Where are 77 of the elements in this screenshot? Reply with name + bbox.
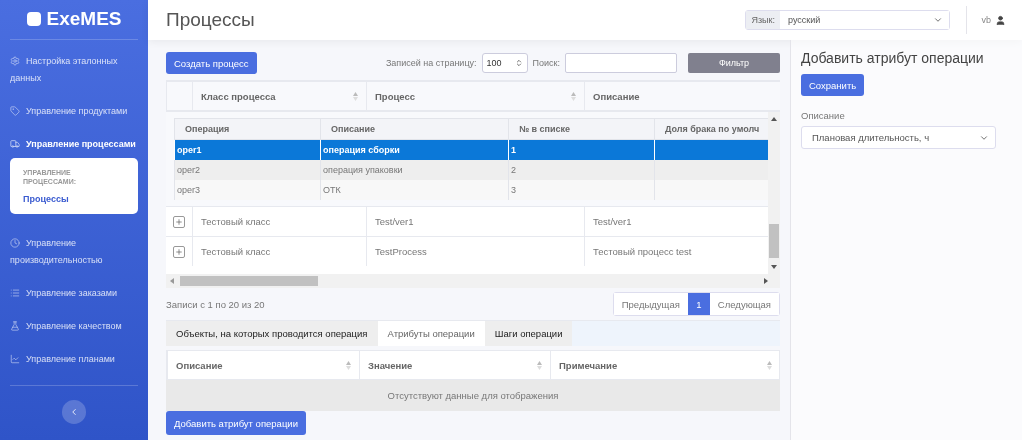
chevron-left-icon: [69, 407, 79, 418]
table-cell[interactable]: oper1: [174, 140, 320, 160]
description-select[interactable]: Плановая длительность, ч: [801, 126, 996, 149]
column-header[interactable]: Процесс: [366, 82, 584, 110]
page-size-label: Записей на страницу:: [385, 58, 477, 68]
sort-icon: [537, 360, 542, 370]
user-name: vb: [981, 15, 991, 25]
page-size-select[interactable]: 100: [481, 53, 528, 73]
column-header[interactable]: Примечание: [550, 351, 780, 379]
create-process-button[interactable]: Создать процесс: [166, 52, 257, 74]
sort-icon: [346, 360, 351, 370]
table-cell[interactable]: [654, 160, 768, 180]
page-title: Процессы: [166, 9, 256, 31]
collapse-button[interactable]: [62, 400, 86, 424]
search-label: Поиск:: [532, 58, 560, 68]
records-info: Записи с 1 по 20 из 20: [166, 298, 265, 310]
add-attribute-button[interactable]: Добавить атрибут операции: [166, 411, 306, 435]
horizontal-scrollbar[interactable]: [166, 274, 780, 288]
tab[interactable]: Объекты, на которых проводится операция: [166, 321, 378, 346]
empty-message: Отсутствуют данные для отображения: [166, 380, 780, 411]
language-select[interactable]: Язык: русский: [745, 10, 951, 30]
user-icon[interactable]: [995, 14, 1006, 26]
column-header: Описание: [320, 118, 508, 140]
vertical-scrollbar[interactable]: [768, 112, 780, 274]
column-header: № в списке: [508, 118, 654, 140]
filter-button[interactable]: Фильтр: [688, 53, 780, 73]
brand-name: ExeMES: [46, 7, 122, 30]
table-cell: Test/ver1: [366, 207, 584, 236]
plus-icon: [175, 247, 183, 256]
tab[interactable]: Шаги операции: [484, 321, 573, 346]
logo-icon: [26, 11, 41, 26]
list-icon: [10, 288, 20, 299]
sidebar-item[interactable]: Настройка эталонных данных: [10, 50, 138, 101]
chart-icon: [10, 354, 20, 365]
sort-icon: [571, 91, 576, 101]
sidebar-item[interactable]: Управление производительностью: [10, 232, 138, 283]
page-button[interactable]: 1: [687, 293, 710, 315]
table-cell[interactable]: ОТК: [320, 180, 508, 200]
column-header[interactable]: Описание: [584, 82, 780, 110]
column-header[interactable]: Описание: [167, 351, 359, 379]
gear-icon: [10, 56, 20, 67]
clock-icon: [10, 238, 20, 249]
sort-icon: [514, 59, 523, 67]
tab[interactable]: Атрибуты операции: [377, 321, 485, 346]
sidebar-item[interactable]: Управление качеством: [10, 315, 138, 349]
truck-icon: [10, 139, 20, 150]
caret-icon: [933, 15, 944, 25]
table-cell[interactable]: операция упаковки: [320, 160, 508, 180]
submenu-item[interactable]: Процессы: [23, 194, 125, 205]
table-cell: TestProcess: [366, 237, 584, 266]
sort-icon: [767, 360, 772, 370]
sidebar-item[interactable]: Управление процессами: [10, 133, 138, 167]
panel-title: Добавить атрибут операции: [801, 50, 984, 66]
column-header[interactable]: Значение: [359, 351, 550, 379]
table-cell[interactable]: oper3: [174, 180, 320, 200]
column-header: Доля брака по умолч: [654, 118, 768, 140]
sort-icon: [353, 91, 358, 101]
column-header: Операция: [174, 118, 320, 140]
table-cell[interactable]: oper2: [174, 160, 320, 180]
plus-icon: [175, 217, 183, 226]
table-cell[interactable]: 1: [508, 140, 654, 160]
sidebar-item[interactable]: Управление планами: [10, 348, 138, 382]
tag-icon: [10, 106, 20, 117]
flask-icon: [10, 321, 20, 332]
save-button[interactable]: Сохранить: [801, 74, 865, 96]
field-label: Описание: [801, 110, 845, 121]
table-cell[interactable]: 3: [508, 180, 654, 200]
search-field[interactable]: [565, 53, 677, 73]
table-cell[interactable]: 2: [508, 160, 654, 180]
expand-button[interactable]: [173, 245, 185, 258]
table-cell: Тестовый класс: [192, 237, 366, 266]
table-cell: Тестовый класс: [192, 207, 366, 236]
expand-button[interactable]: [173, 215, 185, 228]
sidebar-item[interactable]: Управление продуктами: [10, 100, 138, 134]
table-cell[interactable]: операция сборки: [320, 140, 508, 160]
column-header[interactable]: Класс процесса: [192, 82, 366, 110]
sidebar-item[interactable]: Управление заказами: [10, 282, 138, 316]
